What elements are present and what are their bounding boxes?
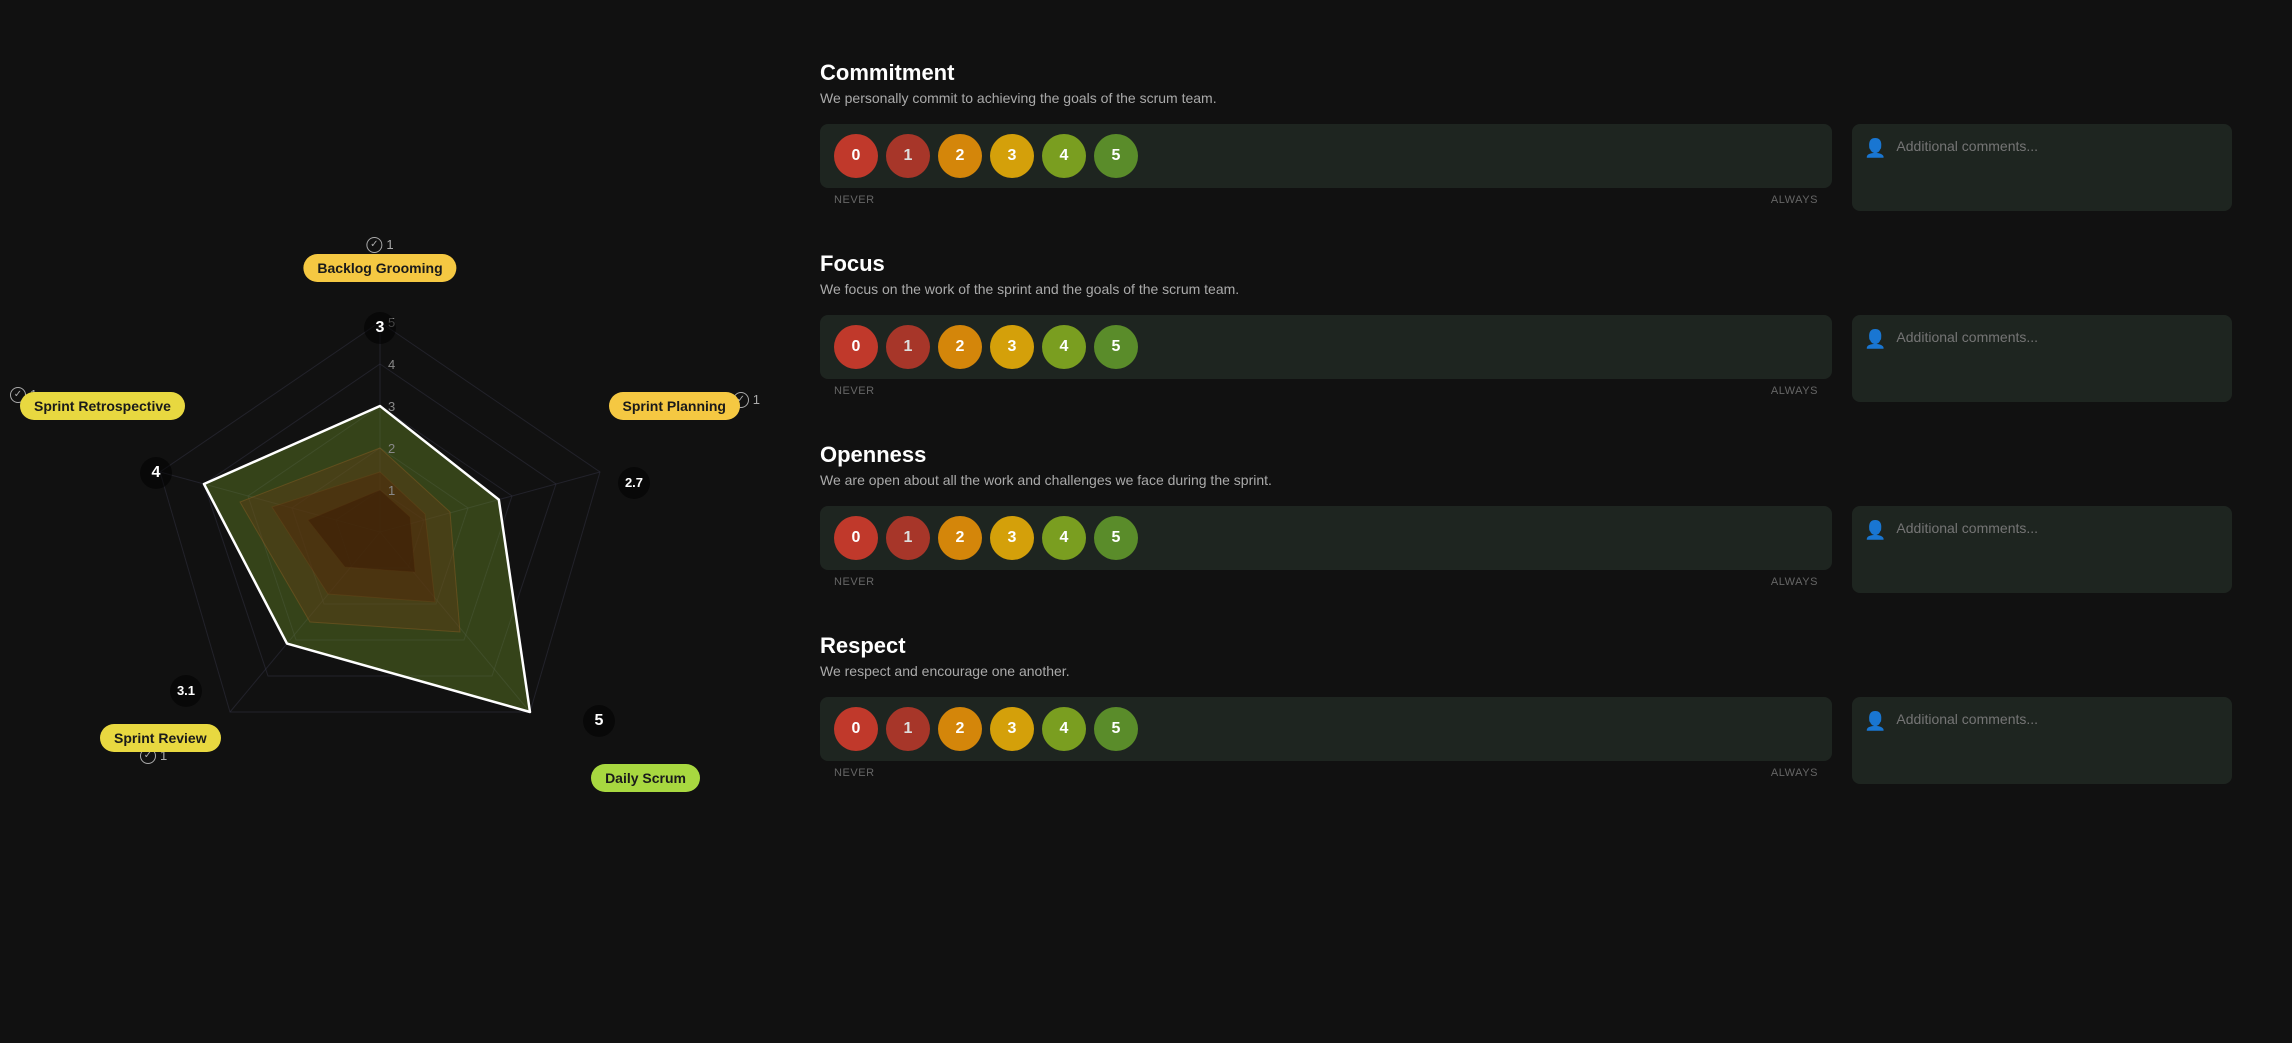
commitment-rating-buttons: 0 1 2 3 4 5 bbox=[820, 124, 1832, 188]
sprint-planning-badge-count: 1 bbox=[753, 392, 760, 407]
focus-always-label: ALWAYS bbox=[1771, 385, 1818, 397]
respect-comment-input[interactable] bbox=[1896, 709, 2220, 772]
commitment-btn-2[interactable]: 2 bbox=[938, 134, 982, 178]
commitment-rating-block: 0 1 2 3 4 5 NEVER ALWAYS bbox=[820, 124, 1832, 206]
openness-btn-1[interactable]: 1 bbox=[886, 516, 930, 560]
respect-body: 0 1 2 3 4 5 NEVER ALWAYS 👤 bbox=[820, 697, 2232, 784]
respect-always-label: ALWAYS bbox=[1771, 767, 1818, 779]
respect-title: Respect bbox=[820, 633, 2232, 659]
openness-body: 0 1 2 3 4 5 NEVER ALWAYS 👤 bbox=[820, 506, 2232, 593]
section-openness: Openness We are open about all the work … bbox=[820, 442, 2232, 593]
openness-comment-input[interactable] bbox=[1896, 518, 2220, 581]
openness-comment-block: 👤 bbox=[1852, 506, 2232, 593]
focus-desc: We focus on the work of the sprint and t… bbox=[820, 281, 2232, 297]
respect-desc: We respect and encourage one another. bbox=[820, 663, 2232, 679]
focus-rating-block: 0 1 2 3 4 5 NEVER ALWAYS bbox=[820, 315, 1832, 397]
commitment-desc: We personally commit to achieving the go… bbox=[820, 90, 2232, 106]
focus-comment-block: 👤 bbox=[1852, 315, 2232, 402]
openness-btn-4[interactable]: 4 bbox=[1042, 516, 1086, 560]
section-commitment: Commitment We personally commit to achie… bbox=[820, 60, 2232, 211]
openness-always-label: ALWAYS bbox=[1771, 576, 1818, 588]
openness-btn-0[interactable]: 0 bbox=[834, 516, 878, 560]
respect-rating-buttons: 0 1 2 3 4 5 bbox=[820, 697, 1832, 761]
focus-btn-3[interactable]: 3 bbox=[990, 325, 1034, 369]
commitment-btn-3[interactable]: 3 bbox=[990, 134, 1034, 178]
commitment-rating-labels: NEVER ALWAYS bbox=[820, 194, 1832, 206]
commitment-comment-icon: 👤 bbox=[1864, 138, 1886, 159]
focus-comment-icon: 👤 bbox=[1864, 329, 1886, 350]
openness-title: Openness bbox=[820, 442, 2232, 468]
openness-never-label: NEVER bbox=[834, 576, 875, 588]
value-left: 4 bbox=[140, 457, 172, 489]
daily-scrum-label: Daily Scrum bbox=[591, 764, 700, 792]
respect-btn-3[interactable]: 3 bbox=[990, 707, 1034, 751]
svg-text:1: 1 bbox=[388, 483, 395, 498]
commitment-btn-4[interactable]: 4 bbox=[1042, 134, 1086, 178]
openness-comment-icon: 👤 bbox=[1864, 520, 1886, 541]
sprint-retro-label: Sprint Retrospective bbox=[20, 392, 185, 420]
focus-btn-2[interactable]: 2 bbox=[938, 325, 982, 369]
backlog-label: Backlog Grooming bbox=[303, 254, 456, 282]
focus-btn-1[interactable]: 1 bbox=[886, 325, 930, 369]
respect-btn-2[interactable]: 2 bbox=[938, 707, 982, 751]
openness-desc: We are open about all the work and chall… bbox=[820, 472, 2232, 488]
section-respect: Respect We respect and encourage one ano… bbox=[820, 633, 2232, 784]
respect-btn-0[interactable]: 0 bbox=[834, 707, 878, 751]
commitment-comment-input[interactable] bbox=[1896, 136, 2220, 199]
openness-rating-block: 0 1 2 3 4 5 NEVER ALWAYS bbox=[820, 506, 1832, 588]
focus-btn-5[interactable]: 5 bbox=[1094, 325, 1138, 369]
right-panel: Commitment We personally commit to achie… bbox=[760, 0, 2292, 1043]
respect-btn-5[interactable]: 5 bbox=[1094, 707, 1138, 751]
focus-title: Focus bbox=[820, 251, 2232, 277]
respect-comment-icon: 👤 bbox=[1864, 711, 1886, 732]
svg-text:3: 3 bbox=[388, 399, 395, 414]
openness-btn-5[interactable]: 5 bbox=[1094, 516, 1138, 560]
focus-body: 0 1 2 3 4 5 NEVER ALWAYS 👤 bbox=[820, 315, 2232, 402]
commitment-title: Commitment bbox=[820, 60, 2232, 86]
value-right: 2.7 bbox=[618, 467, 650, 499]
commitment-body: 0 1 2 3 4 5 NEVER ALWAYS 👤 bbox=[820, 124, 2232, 211]
focus-rating-buttons: 0 1 2 3 4 5 bbox=[820, 315, 1832, 379]
focus-btn-4[interactable]: 4 bbox=[1042, 325, 1086, 369]
badge-check-icon: ✓ bbox=[366, 237, 382, 253]
sprint-review-label: Sprint Review bbox=[100, 724, 221, 752]
openness-btn-3[interactable]: 3 bbox=[990, 516, 1034, 560]
focus-btn-0[interactable]: 0 bbox=[834, 325, 878, 369]
commitment-btn-0[interactable]: 0 bbox=[834, 134, 878, 178]
respect-comment-block: 👤 bbox=[1852, 697, 2232, 784]
svg-text:2: 2 bbox=[388, 441, 395, 456]
openness-rating-buttons: 0 1 2 3 4 5 bbox=[820, 506, 1832, 570]
respect-btn-1[interactable]: 1 bbox=[886, 707, 930, 751]
svg-text:4: 4 bbox=[388, 357, 395, 372]
openness-btn-2[interactable]: 2 bbox=[938, 516, 982, 560]
commitment-never-label: NEVER bbox=[834, 194, 875, 206]
respect-rating-block: 0 1 2 3 4 5 NEVER ALWAYS bbox=[820, 697, 1832, 779]
commitment-btn-1[interactable]: 1 bbox=[886, 134, 930, 178]
sprint-planning-label: Sprint Planning bbox=[609, 392, 740, 420]
respect-never-label: NEVER bbox=[834, 767, 875, 779]
radar-chart: .grid-line { fill: none; stroke: #334; s… bbox=[80, 172, 680, 872]
focus-rating-labels: NEVER ALWAYS bbox=[820, 385, 1832, 397]
commitment-comment-block: 👤 bbox=[1852, 124, 2232, 211]
value-bottom-right: 5 bbox=[583, 705, 615, 737]
value-top: 3 bbox=[364, 312, 396, 344]
commitment-always-label: ALWAYS bbox=[1771, 194, 1818, 206]
focus-comment-input[interactable] bbox=[1896, 327, 2220, 390]
backlog-badge-count: 1 bbox=[386, 237, 393, 252]
respect-btn-4[interactable]: 4 bbox=[1042, 707, 1086, 751]
value-bottom-left: 3.1 bbox=[170, 675, 202, 707]
commitment-btn-5[interactable]: 5 bbox=[1094, 134, 1138, 178]
openness-rating-labels: NEVER ALWAYS bbox=[820, 576, 1832, 588]
focus-never-label: NEVER bbox=[834, 385, 875, 397]
respect-rating-labels: NEVER ALWAYS bbox=[820, 767, 1832, 779]
section-focus: Focus We focus on the work of the sprint… bbox=[820, 251, 2232, 402]
backlog-badge: ✓ 1 bbox=[366, 237, 393, 253]
radar-panel: .grid-line { fill: none; stroke: #334; s… bbox=[0, 0, 760, 1043]
